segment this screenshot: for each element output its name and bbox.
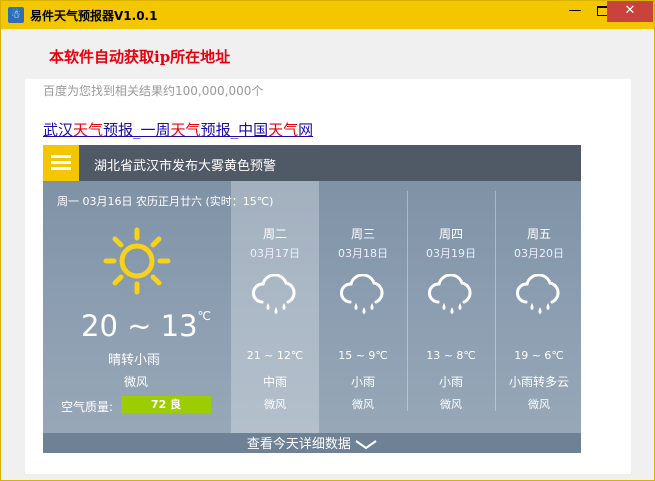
today-temp-range: 20 ~ 13℃: [81, 309, 212, 343]
divider: [407, 191, 408, 411]
forecast-day-name: 周二: [262, 227, 287, 241]
alert-bar: 湖北省武汉市发布大雾黄色预警: [43, 145, 581, 181]
forecast-day-name: 周三: [350, 227, 375, 241]
today-wind: 微风: [124, 375, 149, 389]
divider: [495, 191, 496, 411]
app-icon: ☃: [8, 7, 24, 23]
rain-cloud-icon: [516, 274, 560, 314]
more-details-label: 查看今天详细数据: [246, 437, 351, 452]
more-details-button[interactable]: 查看今天详细数据: [43, 433, 581, 453]
forecast-temp: 15 ~ 9℃: [338, 349, 388, 362]
browser-view[interactable]: 百度为您找到相关结果约100,000,000个 武汉天气预报_一周天气预报_中国…: [25, 79, 631, 474]
forecast-wind: 微风: [440, 398, 462, 411]
chevron-down-icon: [355, 439, 377, 449]
forecast-day-date: 03月19日: [426, 247, 476, 260]
weather-alert[interactable]: 湖北省武汉市发布大雾黄色预警: [94, 155, 276, 174]
window-title: 易件天气预报器V1.0.1: [30, 9, 158, 23]
app-window: ☃ 易件天气预报器V1.0.1 — ✕ 本软件自动获取ip所在地址 百度为您找到…: [0, 0, 655, 481]
aqi-badge: 72 良: [121, 396, 211, 413]
forecast-wind: 微风: [528, 398, 550, 411]
search-result-link[interactable]: 武汉天气预报_一周天气预报_中国天气网: [43, 119, 313, 140]
maximize-icon: [596, 6, 608, 16]
forecast-day[interactable]: 周二 03月17日 21 ~ 12℃ 中雨 微风: [231, 181, 319, 433]
today-weather: 晴转小雨: [108, 353, 161, 368]
title-bar[interactable]: ☃ 易件天气预报器V1.0.1 — ✕: [1, 1, 654, 29]
result-count: 百度为您找到相关结果约100,000,000个: [43, 84, 264, 98]
forecast-day-date: 03月20日: [514, 247, 564, 260]
rain-cloud-icon: [428, 274, 472, 314]
forecast-weather: 小雨: [438, 375, 463, 389]
aqi-label: 空气质量:: [61, 400, 114, 414]
forecast-day-name: 周四: [438, 227, 463, 241]
headline-label: 本软件自动获取ip所在地址: [49, 48, 231, 66]
forecast-weather: 小雨: [350, 375, 375, 389]
rain-cloud-icon: [252, 274, 296, 314]
forecast-wind: 微风: [352, 398, 374, 411]
forecast-day-date: 03月17日: [250, 247, 300, 260]
forecast-day[interactable]: 周五 03月20日 19 ~ 6℃ 小雨转多云 微风: [495, 181, 581, 433]
forecast-weather: 中雨: [262, 375, 287, 389]
weather-card: 湖北省武汉市发布大雾黄色预警 周一 03月16日 农历正月廿六 (实时：15℃)…: [43, 145, 581, 453]
menu-button[interactable]: [43, 145, 79, 181]
forecast-wind: 微风: [264, 398, 286, 411]
rain-cloud-icon: [340, 274, 384, 314]
client-area: 本软件自动获取ip所在地址 百度为您找到相关结果约100,000,000个 武汉…: [9, 30, 648, 474]
forecast-weather: 小雨转多云: [508, 375, 569, 389]
menu-icon: [51, 155, 71, 158]
forecast-temp: 21 ~ 12℃: [246, 349, 304, 362]
close-button[interactable]: ✕: [607, 1, 653, 22]
minimize-button[interactable]: —: [561, 1, 589, 22]
forecast-day[interactable]: 周四 03月19日 13 ~ 8℃ 小雨 微风: [407, 181, 495, 433]
forecast-day-date: 03月18日: [338, 247, 388, 260]
forecast-temp: 13 ~ 8℃: [426, 349, 476, 362]
forecast-day-name: 周五: [526, 227, 551, 241]
forecast-temp: 19 ~ 6℃: [514, 349, 564, 362]
forecast-day[interactable]: 周三 03月18日 15 ~ 9℃ 小雨 微风: [319, 181, 407, 433]
sun-icon: [103, 227, 171, 295]
